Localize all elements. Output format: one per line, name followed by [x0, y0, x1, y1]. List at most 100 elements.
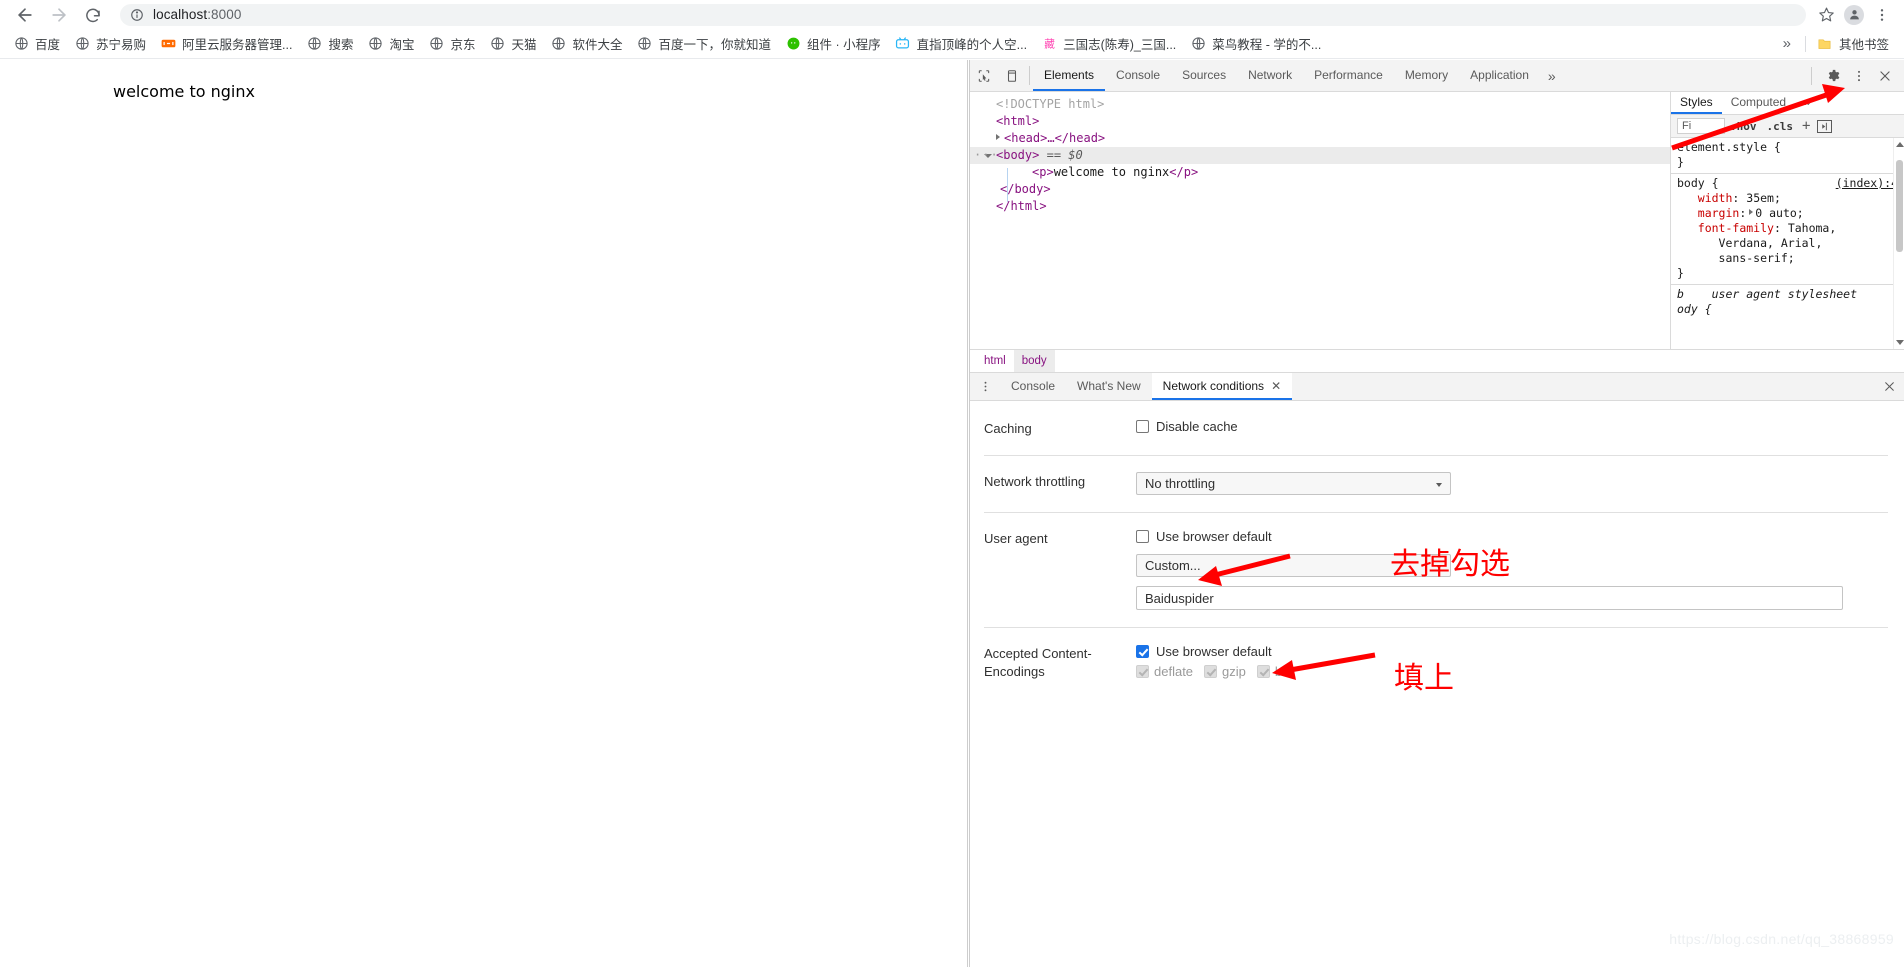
style-source-link[interactable]: (index):4 [1836, 176, 1898, 191]
drawer-close-icon[interactable] [1874, 373, 1904, 400]
dom-tree[interactable]: <!DOCTYPE html> <html> <head>…</head> ··… [970, 92, 1670, 349]
devtools-tab-elements[interactable]: Elements [1033, 60, 1105, 91]
encoding-checkbox-gzip[interactable] [1204, 665, 1217, 678]
globe-icon [74, 36, 90, 52]
bookmark-item[interactable]: 天猫 [483, 33, 544, 55]
dom-line-doctype[interactable]: <!DOCTYPE html> [970, 96, 1670, 113]
encoding-option-deflate[interactable]: deflate [1136, 664, 1204, 679]
styles-tab-styles[interactable]: Styles [1671, 92, 1722, 114]
scroll-down-arrow-icon[interactable] [1896, 340, 1904, 345]
devtools-tab-performance[interactable]: Performance [1303, 60, 1394, 91]
body-style-rule[interactable]: (index):4body { width: 35em; margin:0 au… [1671, 174, 1904, 285]
bookmark-item[interactable]: 苏宁易购 [67, 33, 153, 55]
dom-line-p[interactable]: <p>welcome to nginx</p> [970, 164, 1670, 181]
site-info-icon[interactable] [130, 8, 144, 22]
styles-new-rule-button[interactable]: + [1798, 118, 1814, 134]
dom-line-body-close[interactable]: </body> [970, 181, 1670, 198]
bookmark-item[interactable]: 组件 · 小程序 [778, 33, 888, 55]
head-expand-triangle[interactable] [996, 134, 1000, 140]
globe-icon [490, 36, 506, 52]
breadcrumb-item-body[interactable]: body [1014, 350, 1055, 372]
bookmark-item[interactable]: 藏三国志(陈寿)_三国... [1034, 33, 1183, 55]
network-throttling-value: No throttling [1145, 476, 1215, 491]
devtools-tab-sources[interactable]: Sources [1171, 60, 1237, 91]
bookmark-item[interactable]: 搜索 [299, 33, 360, 55]
styles-filter-input[interactable]: Fi [1677, 118, 1725, 134]
panel-toggle-icon[interactable] [1817, 120, 1832, 133]
bookmark-item[interactable]: 阿里云服务器管理... [153, 33, 299, 55]
other-bookmarks-folder[interactable]: 其他书签 [1810, 33, 1896, 55]
drawer-tab-list: Console What's New Network conditions✕ [1000, 373, 1292, 400]
bookmark-item[interactable]: 百度 [6, 33, 67, 55]
styles-more-tabs[interactable]: » [1795, 92, 1820, 114]
bookmark-item[interactable]: 淘宝 [360, 33, 421, 55]
gear-icon[interactable] [1820, 63, 1846, 89]
disable-cache-checkbox[interactable] [1136, 420, 1149, 433]
globe-icon [1190, 36, 1206, 52]
encoding-option-gzip[interactable]: gzip [1204, 664, 1257, 679]
device-toolbar-icon[interactable] [998, 60, 1026, 91]
styles-cls-button[interactable]: .cls [1762, 120, 1799, 133]
inspect-cursor-icon[interactable] [970, 60, 998, 91]
styles-hov-button[interactable]: :hov [1725, 120, 1762, 133]
user-agent-stylesheet-rule[interactable]: b user agent stylesheet ody { [1671, 285, 1904, 319]
user-agent-preset-select[interactable]: Custom... [1136, 554, 1451, 577]
profile-avatar[interactable] [1840, 1, 1868, 29]
caching-label: Caching [984, 419, 1136, 438]
devtools-tab-network[interactable]: Network [1237, 60, 1303, 91]
dom-node-badge[interactable]: ··· [974, 147, 999, 164]
ua-use-browser-default-row[interactable]: Use browser default [1136, 529, 1888, 544]
scroll-up-arrow-icon[interactable] [1896, 142, 1904, 147]
drawer-tab-what-s-new[interactable]: What's New [1066, 373, 1152, 400]
back-button[interactable] [8, 1, 42, 29]
drawer-kebab-menu-icon[interactable] [970, 373, 1000, 400]
bookmark-item[interactable]: 百度一下，你就知道 [630, 33, 779, 55]
styles-tab-computed[interactable]: Computed [1722, 92, 1795, 114]
address-bar[interactable]: localhost:8000 [120, 4, 1806, 26]
custom-user-agent-input[interactable]: Baiduspider [1136, 586, 1843, 610]
bookmark-item[interactable]: 菜鸟教程 - 学的不... [1183, 33, 1328, 55]
drawer-tab-network-conditions[interactable]: Network conditions✕ [1152, 373, 1292, 400]
disable-cache-checkbox-row[interactable]: Disable cache [1136, 419, 1888, 434]
dom-line-body-open[interactable]: ···<body> == $0 [970, 147, 1670, 164]
dom-line-html-open[interactable]: <html> [970, 113, 1670, 130]
close-icon[interactable] [1872, 63, 1898, 89]
scrollbar-thumb[interactable] [1896, 160, 1903, 252]
chrome-menu-icon[interactable] [1868, 1, 1896, 29]
devtools-tab-console[interactable]: Console [1105, 60, 1171, 91]
element-style-rule[interactable]: element.style { } [1671, 138, 1904, 174]
address-host: localhost [153, 7, 207, 22]
dom-line-head[interactable]: <head>…</head> [970, 130, 1670, 147]
devtools-toolbar: ElementsConsoleSourcesNetworkPerformance… [970, 60, 1904, 92]
breadcrumb-item-html[interactable]: html [976, 350, 1014, 372]
devtools-tab-memory[interactable]: Memory [1394, 60, 1459, 91]
toolbar-right-divider [1811, 67, 1812, 85]
bookmarks-overflow-chevron[interactable]: » [1773, 35, 1801, 52]
bookmark-star-icon[interactable] [1812, 1, 1840, 29]
drawer-tab-close-icon[interactable]: ✕ [1271, 379, 1281, 393]
drawer-tab-console[interactable]: Console [1000, 373, 1066, 400]
margin-expand-triangle[interactable] [1749, 209, 1753, 215]
drawer-tabs: Console What's New Network conditions✕ [970, 373, 1904, 401]
bilibili-icon [895, 36, 911, 52]
forward-button[interactable] [42, 1, 76, 29]
enc-use-browser-default-checkbox[interactable] [1136, 645, 1149, 658]
network-throttling-select[interactable]: No throttling [1136, 472, 1451, 495]
styles-scrollbar[interactable] [1893, 138, 1904, 349]
styles-toolbar: Fi :hov .cls + [1671, 115, 1904, 138]
enc-use-browser-default-row[interactable]: Use browser default [1136, 644, 1888, 659]
devtools-tab-application[interactable]: Application [1459, 60, 1540, 91]
bookmark-item[interactable]: 软件大全 [544, 33, 630, 55]
reload-button[interactable] [76, 1, 110, 29]
encoding-option-br[interactable]: br [1257, 664, 1298, 679]
bookmark-item[interactable]: 京东 [421, 33, 482, 55]
dom-line-html-close[interactable]: </html> [970, 198, 1670, 215]
ua-use-browser-default-checkbox[interactable] [1136, 530, 1149, 543]
kebab-menu-icon[interactable] [1846, 63, 1872, 89]
encoding-checkbox-br[interactable] [1257, 665, 1270, 678]
encoding-checkbox-deflate[interactable] [1136, 665, 1149, 678]
bookmark-item[interactable]: 直指顶峰的个人空... [888, 33, 1034, 55]
devtools-more-tabs[interactable]: » [1540, 60, 1564, 91]
drawer-tab-label: What's New [1077, 379, 1141, 393]
accepted-encodings-field: Use browser default deflategzipbr [1136, 644, 1888, 679]
